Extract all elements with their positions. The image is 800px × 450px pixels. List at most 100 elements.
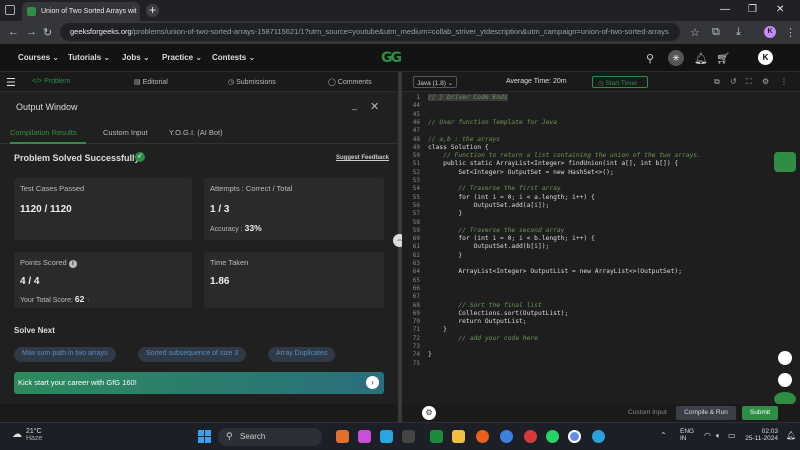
compile-run-button[interactable]: Compile & Run (676, 406, 736, 420)
task-view-icon[interactable] (402, 430, 415, 443)
code-line[interactable]: // Function to return a list containing … (428, 152, 701, 159)
bookmark-star-icon[interactable]: ☆ (690, 26, 700, 39)
language-indicator[interactable]: ENG IN (680, 428, 694, 442)
code-line[interactable]: // User function Template for Java (428, 119, 557, 126)
chat-icon[interactable] (774, 152, 796, 172)
wifi-icon[interactable]: ◠ (704, 431, 711, 440)
menu-tutorials[interactable]: Tutorials ⌄ (68, 53, 110, 62)
new-tab-button[interactable]: + (146, 4, 159, 17)
code-line[interactable]: OutputSet.add(a[i]); (428, 202, 549, 209)
opera-icon[interactable] (524, 430, 537, 443)
maximize-icon[interactable]: ❐ (748, 4, 757, 15)
floating-help-icon[interactable] (778, 351, 792, 365)
code-line[interactable]: for (int i = 0; i < a.length; i++) { (428, 194, 594, 201)
menu-courses[interactable]: Courses ⌄ (18, 53, 59, 62)
tab-problem[interactable]: </> Problem (32, 78, 70, 85)
code-line[interactable]: return OutputList; (428, 318, 526, 325)
code-line[interactable]: // Sort the final list (428, 302, 541, 309)
theme-toggle-icon[interactable]: ✳ (668, 50, 684, 66)
profile-avatar[interactable]: K (764, 26, 776, 38)
tab-editorial[interactable]: ▤ Editorial (134, 78, 168, 86)
tab-custom-input[interactable]: Custom Input (103, 128, 148, 137)
extensions-icon[interactable]: ⧉ (712, 26, 720, 39)
tab-submissions[interactable]: ◷ Submissions (228, 78, 276, 86)
cart-icon[interactable]: 🛒︎ (716, 52, 730, 65)
suggest-feedback-link[interactable]: Suggest Feedback (336, 155, 389, 161)
reload-icon[interactable]: ↻ (43, 26, 52, 39)
firefox-icon[interactable] (476, 430, 489, 443)
code-line[interactable]: } (428, 326, 447, 333)
minimize-output-icon[interactable]: _ (352, 100, 357, 110)
tab-yogi-bot[interactable]: Y.O.G.I. (AI Bot) (169, 128, 223, 137)
forward-icon[interactable]: → (26, 26, 37, 38)
tab-compilation-results[interactable]: Compilation Results (10, 128, 77, 137)
windows-start-icon[interactable] (198, 430, 211, 443)
code-line[interactable]: OutputSet.add(b[i]); (428, 243, 549, 250)
code-line[interactable]: // a,b : the arrays (428, 136, 500, 143)
code-line[interactable]: Collections.sort(OutputList); (428, 310, 568, 317)
copy-icon[interactable]: ⧉ (714, 77, 720, 87)
weather-widget[interactable]: 21°C Haze ☁ (12, 428, 42, 442)
copilot-icon[interactable] (358, 430, 371, 443)
notifications-icon[interactable]: 🔔︎ (786, 431, 796, 440)
chevron-right-icon[interactable]: › (366, 376, 379, 389)
whatsapp-icon[interactable] (546, 430, 559, 443)
language-select[interactable]: Java (1.8) ⌄ (413, 76, 457, 88)
close-output-icon[interactable]: ✕ (370, 100, 379, 113)
settings-gear-icon[interactable]: ⚙ (422, 406, 436, 420)
code-line[interactable]: ArrayList<Integer> OutputList = new Arra… (428, 268, 682, 275)
suggestion-chip[interactable]: Max sum path in two arrays (14, 347, 116, 362)
tray-chevron-up-icon[interactable]: ⌃ (660, 431, 667, 440)
widgets-icon[interactable] (336, 430, 349, 443)
chrome-active-icon[interactable] (568, 430, 581, 443)
search-icon[interactable]: ⚲ (646, 52, 654, 65)
code-line[interactable]: class Solution { (428, 144, 489, 151)
user-avatar[interactable]: K (758, 50, 773, 65)
code-line[interactable]: Set<Integer> OutputSet = new HashSet<>()… (428, 169, 613, 176)
code-line[interactable]: for (int i = 0; i < b.length; i++) { (428, 235, 594, 242)
battery-icon[interactable]: ▭ (728, 431, 736, 440)
xbox-icon[interactable] (430, 430, 443, 443)
custom-input-button[interactable]: Custom Input (628, 409, 667, 416)
hamburger-menu-icon[interactable]: ☰ (6, 76, 16, 89)
submit-button[interactable]: Submit (742, 406, 778, 420)
code-line[interactable]: // Traverse the first array (428, 185, 560, 192)
telegram-icon[interactable] (592, 430, 605, 443)
start-timer-button[interactable]: ◷ Start Timer (592, 76, 648, 88)
clock[interactable]: 02:03 25-11-2024 (742, 428, 778, 442)
tab-comments[interactable]: ◯ Comments (328, 78, 372, 86)
code-line[interactable]: // Traverse the second array (428, 227, 564, 234)
download-icon[interactable]: ⤓ (736, 26, 741, 39)
edge-icon[interactable] (380, 430, 393, 443)
code-editor[interactable]: 1 44 45 46 47 48 49 50 51 52 53 54 55 56 57 58 59 60 61 62 6… (402, 92, 772, 404)
code-line[interactable]: } (428, 210, 462, 217)
floating-feedback-icon[interactable] (778, 373, 792, 387)
code-line[interactable]: } (428, 252, 462, 259)
minimize-icon[interactable]: — (720, 4, 730, 15)
code-line[interactable]: public static ArrayList<Integer> findUni… (428, 160, 678, 167)
close-window-icon[interactable]: ✕ (776, 4, 784, 15)
code-line[interactable]: // } Driver Code Ends (428, 94, 508, 101)
code-line[interactable]: } (428, 351, 432, 358)
suggestion-chip[interactable]: Array Duplicates (268, 347, 336, 362)
suggestion-chip[interactable]: Sorted subsequence of size 3 (138, 347, 247, 362)
browser-tab[interactable]: Union of Two Sorted Arrays wit × (22, 2, 140, 21)
menu-jobs[interactable]: Jobs ⌄ (122, 53, 150, 62)
tab-menu-icon[interactable] (5, 5, 15, 15)
gfg160-banner[interactable]: Kick start your career with GfG 160! › (14, 372, 384, 394)
chrome-menu-icon[interactable]: ⋮ (785, 26, 796, 39)
file-explorer-icon[interactable] (452, 430, 465, 443)
code-line[interactable]: // add your code here (428, 335, 538, 342)
taskbar-search[interactable]: ⚲ Search (218, 428, 322, 446)
reset-icon[interactable]: ↺ (730, 77, 737, 86)
volume-icon[interactable]: 🔈︎ (716, 431, 721, 441)
fullscreen-icon[interactable]: ⛶ (746, 77, 752, 87)
chrome-icon[interactable] (500, 430, 513, 443)
menu-practice[interactable]: Practice ⌄ (162, 53, 202, 62)
settings-icon[interactable]: ⚙ (762, 77, 769, 86)
back-icon[interactable]: ← (8, 26, 19, 38)
menu-contests[interactable]: Contests ⌄ (212, 53, 255, 62)
more-icon[interactable]: ⋮ (780, 77, 788, 86)
gfg-logo[interactable]: GG (381, 50, 415, 66)
url-field[interactable]: geeksforgeeks.org/problems/union-of-two-… (60, 23, 680, 41)
